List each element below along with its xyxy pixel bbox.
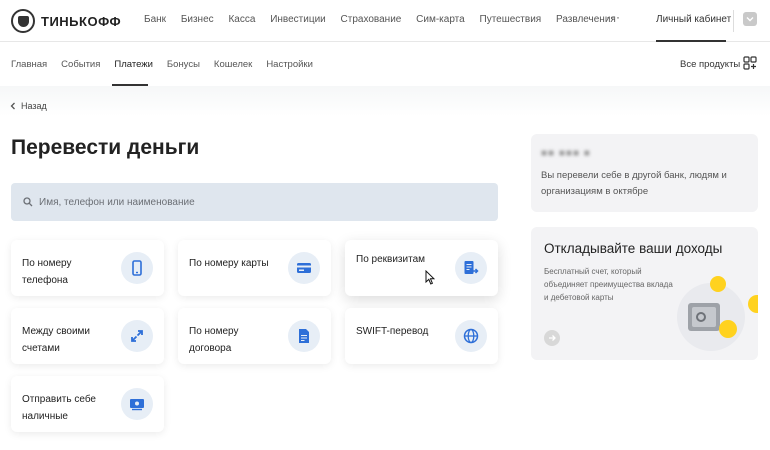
nav-item-kassa[interactable]: Касса	[228, 14, 255, 25]
card-label: По номеру договора	[189, 326, 239, 354]
search-box[interactable]	[11, 183, 498, 221]
card-label: Отправить себе наличные	[22, 394, 96, 422]
phone-icon	[132, 260, 142, 276]
cash-icon	[130, 399, 144, 411]
section-tabs: Главная События Платежи Бонусы Кошелек Н…	[11, 59, 327, 70]
search-icon	[23, 197, 33, 207]
divider	[733, 10, 734, 32]
nav-item-investments[interactable]: Инвестиции	[270, 14, 326, 25]
nav-item-insurance[interactable]: Страхование	[341, 14, 402, 25]
transfer-by-requisites-card[interactable]: По реквизитам	[345, 240, 498, 296]
tab-main[interactable]: Главная	[11, 59, 47, 70]
search-input[interactable]	[39, 193, 479, 211]
tab-settings[interactable]: Настройки	[266, 59, 313, 70]
card-icon-container	[288, 252, 320, 284]
all-products-link[interactable]: Все продукты	[680, 59, 740, 70]
transfer-arrows-icon	[131, 330, 143, 342]
promo-arrow-button[interactable]	[544, 330, 560, 346]
top-navigation: ТИНЬКОФФ Банк Бизнес Касса Инвестиции Ст…	[0, 0, 770, 42]
page-title: Перевести деньги	[11, 136, 200, 159]
tab-payments[interactable]: Платежи	[114, 59, 153, 70]
safe-with-coins-illustration	[677, 276, 758, 351]
card-icon-container	[288, 320, 320, 352]
card-icon-container	[121, 388, 153, 420]
back-link[interactable]: Назад	[10, 101, 47, 111]
card-icon	[297, 263, 311, 273]
chevron-down-icon	[746, 17, 754, 22]
recipient-name-hidden: ■■ ■■■ ■	[541, 148, 591, 159]
document-icon	[299, 329, 309, 343]
shield-logo-icon	[11, 9, 35, 33]
promo-title: Откладывайте ваши доходы	[544, 241, 723, 256]
transfer-by-contract-card[interactable]: По номеру договора	[178, 308, 331, 364]
card-label: Между своими счетами	[22, 326, 91, 354]
transfer-summary-text: Вы перевели себе в другой банк, людям и …	[541, 170, 727, 197]
promo-text: Бесплатный счет, который объединяет преи…	[544, 267, 673, 302]
chevron-left-icon	[10, 102, 15, 110]
card-icon-container	[121, 252, 153, 284]
transfer-between-accounts-card[interactable]: Между своими счетами	[11, 308, 164, 364]
nav-item-sim[interactable]: Сим-карта	[416, 14, 465, 25]
savings-promo-banner[interactable]: Откладывайте ваши доходы Бесплатный счет…	[531, 227, 758, 360]
globe-icon	[463, 328, 479, 344]
arrow-right-icon	[549, 335, 556, 341]
card-label: По номеру карты	[189, 258, 269, 269]
nav-item-business[interactable]: Бизнес	[181, 14, 214, 25]
sub-navigation: Главная События Платежи Бонусы Кошелек Н…	[0, 42, 770, 86]
brand-logo[interactable]: ТИНЬКОФФ	[11, 9, 121, 33]
brand-name: ТИНЬКОФФ	[41, 13, 122, 29]
back-label: Назад	[21, 101, 47, 111]
personal-cabinet-link[interactable]: Личный кабинет	[656, 14, 731, 25]
card-label: SWIFT-перевод	[356, 326, 429, 337]
requisites-icon	[464, 261, 479, 274]
card-icon-container	[455, 252, 487, 284]
transfer-summary-card: ■■ ■■■ ■ Вы перевели себе в другой банк,…	[531, 134, 758, 212]
more-menu-button[interactable]: ···	[606, 10, 621, 24]
card-label: По номеру телефона	[22, 258, 72, 286]
card-icon-container	[455, 320, 487, 352]
swift-transfer-card[interactable]: SWIFT-перевод	[345, 308, 498, 364]
send-cash-to-self-card[interactable]: Отправить себе наличные	[11, 376, 164, 432]
transfer-by-card-number-card[interactable]: По номеру карты	[178, 240, 331, 296]
products-grid-icon[interactable]	[743, 56, 757, 70]
nav-item-travel[interactable]: Путешествия	[480, 14, 542, 25]
card-icon-container	[121, 320, 153, 352]
tab-bonuses[interactable]: Бонусы	[167, 59, 200, 70]
user-menu-button[interactable]	[743, 12, 757, 26]
tab-events[interactable]: События	[61, 59, 100, 70]
tab-wallet[interactable]: Кошелек	[214, 59, 252, 70]
mouse-cursor-icon	[425, 270, 435, 285]
main-nav: Банк Бизнес Касса Инвестиции Страхование…	[144, 14, 631, 25]
card-label: По реквизитам	[356, 254, 425, 265]
transfer-by-phone-card[interactable]: По номеру телефона	[11, 240, 164, 296]
nav-item-bank[interactable]: Банк	[144, 14, 166, 25]
